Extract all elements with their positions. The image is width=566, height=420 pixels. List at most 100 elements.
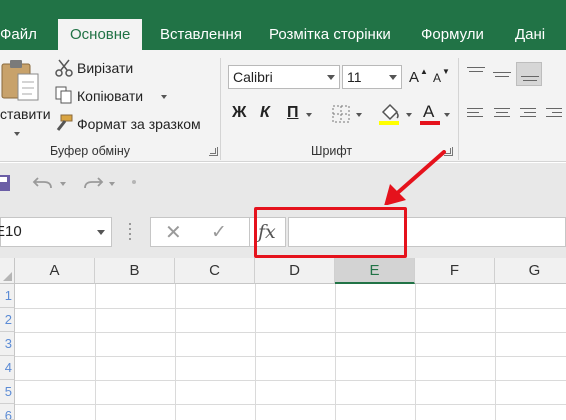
row-header-1[interactable]: 1 [0, 284, 15, 308]
grow-font-button[interactable]: A ▲ [409, 67, 428, 87]
group-separator [220, 58, 221, 160]
column-header-c[interactable]: C [175, 258, 255, 284]
line [467, 112, 479, 113]
chevron-down-icon [389, 75, 397, 80]
font-color-swatch [420, 121, 440, 125]
gridline [15, 332, 566, 333]
align-middle-button[interactable] [492, 64, 512, 84]
tab-page-layout[interactable]: Розмітка сторінки [269, 21, 391, 50]
line [469, 71, 483, 72]
column-header-d[interactable]: D [255, 258, 335, 284]
clipboard-launcher-icon[interactable] [209, 147, 218, 156]
font-name-select[interactable]: Calibri [228, 65, 340, 89]
cancel-icon[interactable]: ✕ [165, 220, 182, 245]
column-header-a[interactable]: A [15, 258, 95, 284]
line [495, 76, 509, 77]
row-header-4[interactable]: 4 [0, 356, 15, 380]
line [494, 108, 510, 109]
align-center-button[interactable] [492, 104, 512, 124]
undo-dropdown-icon[interactable] [60, 182, 66, 186]
row-header-2[interactable]: 2 [0, 308, 15, 332]
column-header-e[interactable]: E [335, 258, 415, 284]
borders-dropdown-icon[interactable] [356, 113, 362, 117]
paste-icon [1, 60, 39, 101]
tab-file[interactable]: Файл [0, 21, 37, 50]
tab-data[interactable]: Дані [515, 21, 545, 50]
row-header-3[interactable]: 3 [0, 332, 15, 356]
borders-icon[interactable] [332, 105, 350, 123]
fill-color-icon[interactable] [379, 102, 401, 126]
line [546, 116, 562, 117]
align-right-button[interactable] [518, 104, 538, 124]
align-bottom-button[interactable] [516, 62, 542, 86]
shrink-font-button[interactable]: A ▼ [433, 67, 451, 87]
tab-home[interactable]: Основне [58, 19, 143, 50]
gridline [495, 284, 496, 420]
font-name-value: Calibri [233, 69, 273, 85]
line [467, 116, 483, 117]
line [521, 76, 539, 77]
column-header-g[interactable]: G [495, 258, 566, 284]
font-size-select[interactable]: 11 [342, 65, 402, 89]
gridline [255, 284, 256, 420]
annotation-highlight-box [254, 207, 407, 258]
ribbon-tab-bar: Файл Основне Вставлення Розмітка сторінк… [0, 0, 566, 50]
shrink-font-label: A [433, 71, 442, 85]
name-box-value: E10 [0, 223, 22, 240]
gridline [175, 284, 176, 420]
gridline [15, 308, 566, 309]
redo-icon[interactable] [82, 174, 104, 192]
cut-button[interactable]: Вирізати [77, 60, 133, 76]
underline-dropdown-icon[interactable] [306, 113, 312, 117]
redo-dropdown-icon[interactable] [109, 182, 115, 186]
paste-dropdown-icon [14, 132, 20, 136]
gridline [415, 284, 416, 420]
undo-icon[interactable] [32, 174, 54, 192]
fill-color-dropdown-icon[interactable] [406, 113, 412, 117]
align-top-button[interactable] [466, 64, 486, 84]
copy-dropdown-icon[interactable] [161, 95, 167, 99]
format-painter-button[interactable]: Формат за зразком [77, 116, 201, 132]
decrease-indent-button[interactable] [544, 104, 564, 124]
select-all-button[interactable] [0, 258, 15, 284]
row-header-6[interactable]: 6 [0, 404, 15, 420]
annotation-arrow-icon [384, 150, 446, 206]
tab-formulas[interactable]: Формули [421, 21, 484, 50]
name-box[interactable]: E10 [0, 217, 112, 247]
gridline [15, 404, 566, 405]
worksheet-grid: A B C D E F G 1 2 3 4 5 6 [0, 258, 566, 420]
grow-font-label: A [409, 69, 420, 86]
font-group-label: Шрифт [311, 144, 353, 158]
row-header-5[interactable]: 5 [0, 380, 15, 404]
line [523, 80, 537, 81]
column-header-f[interactable]: F [415, 258, 495, 284]
paste-label: ставити [0, 106, 51, 122]
line [552, 112, 562, 113]
grow-font-icon: ▲ [420, 67, 428, 76]
italic-button[interactable]: К [260, 104, 270, 122]
save-icon[interactable] [0, 174, 12, 192]
gridline [335, 284, 336, 420]
line [493, 72, 511, 73]
copy-icon [55, 86, 72, 104]
clipboard-group-label: Буфер обміну [50, 144, 131, 158]
underline-button[interactable]: П [287, 104, 299, 122]
align-left-button[interactable] [466, 104, 486, 124]
tab-insert[interactable]: Вставлення [160, 21, 242, 50]
resize-handle-icon[interactable] [129, 223, 132, 241]
bold-button[interactable]: Ж [232, 104, 246, 122]
line [524, 112, 536, 113]
font-color-button[interactable]: A [420, 102, 440, 126]
paste-button[interactable]: ставити [0, 56, 51, 136]
group-separator [458, 58, 459, 160]
font-color-label: A [423, 102, 435, 121]
column-header-b[interactable]: B [95, 258, 175, 284]
quick-access-toolbar [0, 150, 566, 206]
customize-qat-icon[interactable] [132, 180, 136, 184]
copy-button[interactable]: Копіювати [77, 88, 143, 104]
enter-icon[interactable]: ✓ [211, 221, 227, 244]
format-painter-icon [56, 114, 73, 131]
font-color-dropdown-icon[interactable] [444, 113, 450, 117]
scissors-icon [55, 59, 73, 77]
font-size-value: 11 [347, 69, 362, 85]
